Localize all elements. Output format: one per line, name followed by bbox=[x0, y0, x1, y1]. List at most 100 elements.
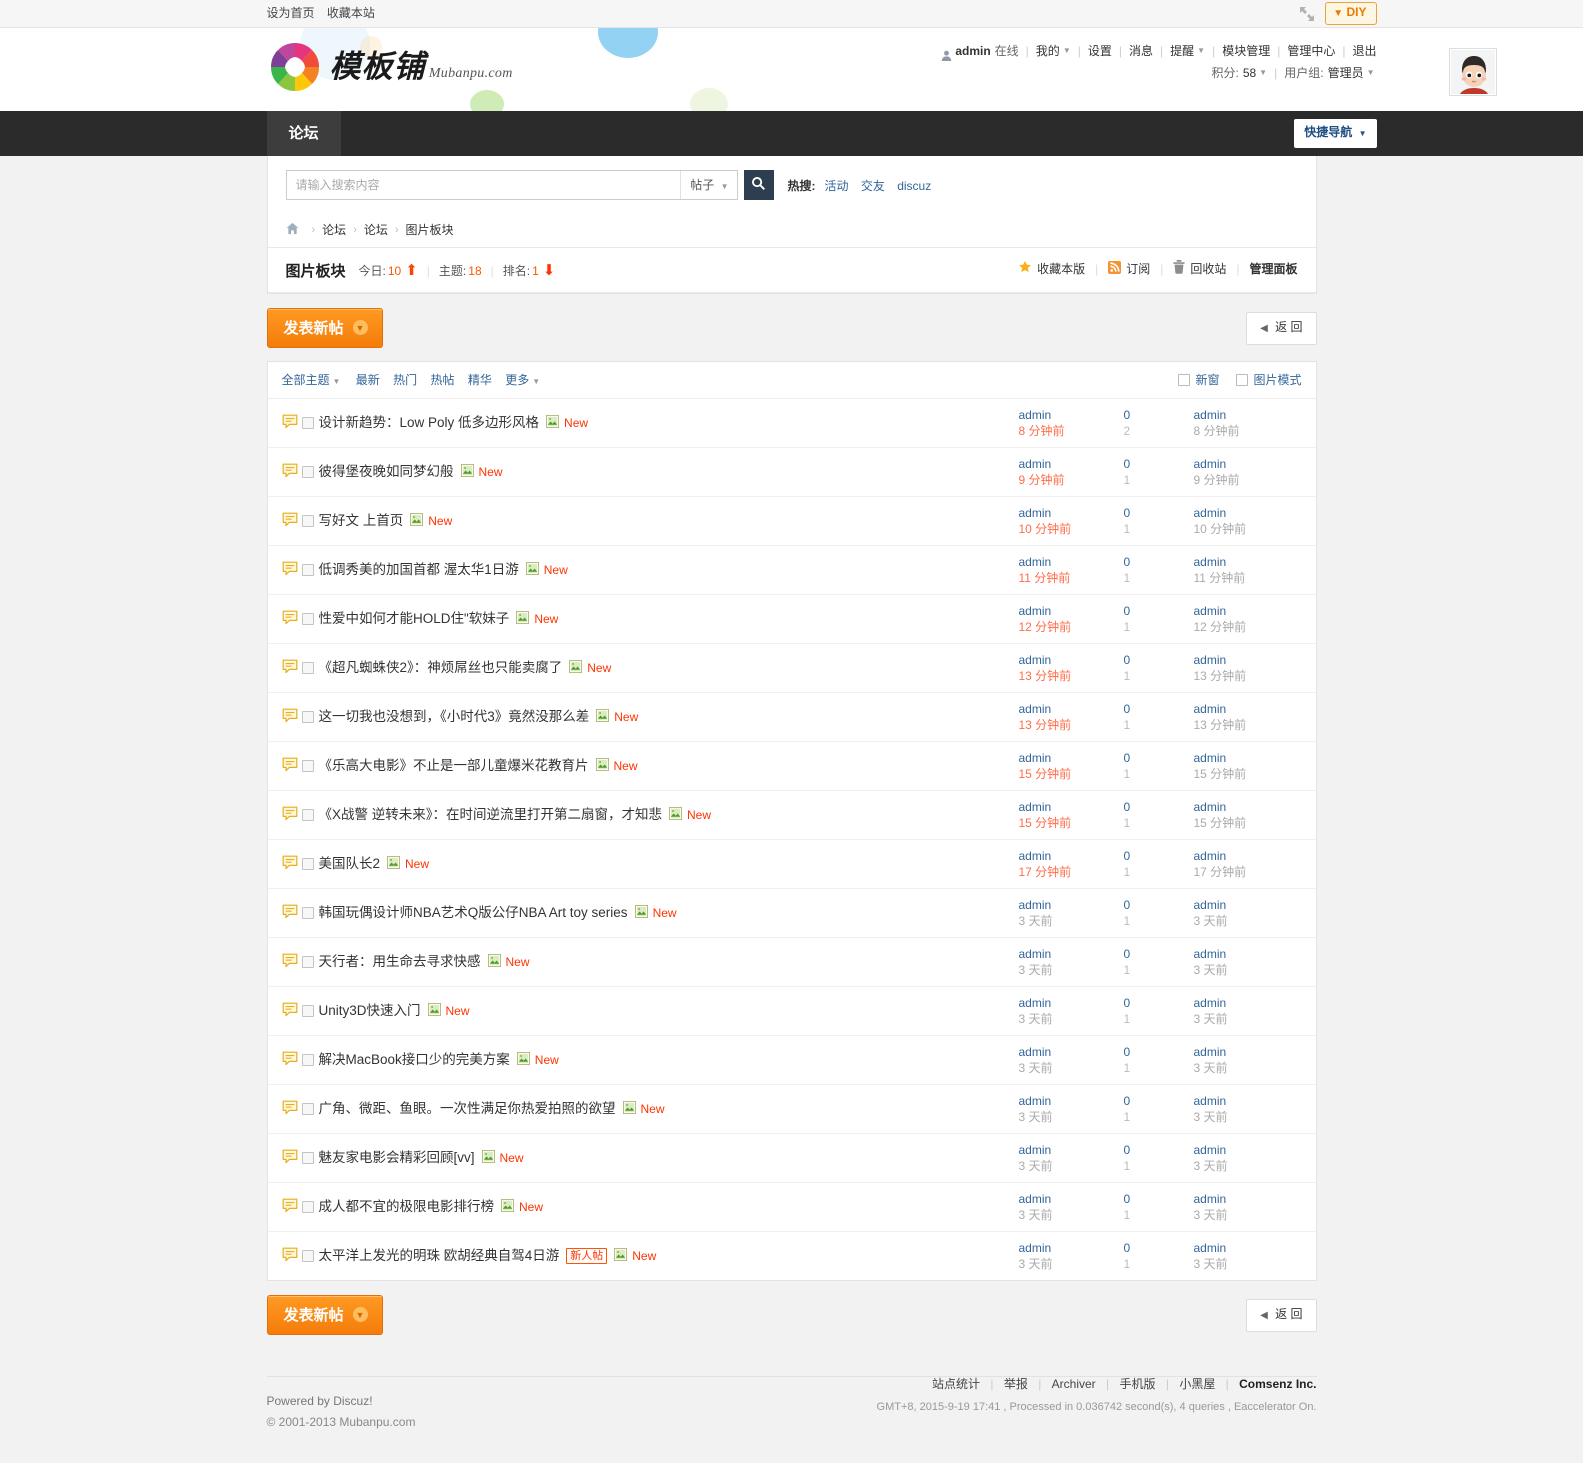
filter-all-topics[interactable]: 全部主题 ▼ bbox=[282, 373, 341, 387]
thread-select-checkbox[interactable] bbox=[301, 711, 314, 723]
hot-link-discuz[interactable]: discuz bbox=[897, 179, 931, 193]
table-row[interactable]: 写好文 上首页 New admin 10 分钟前 0 1 admin 10 分钟前 bbox=[267, 497, 1316, 546]
thread-title-link[interactable]: 魅友家电影会精彩回顾[vv] bbox=[319, 1149, 475, 1167]
thread-lastposter-link[interactable]: admin bbox=[1194, 995, 1316, 1011]
thread-lastposter-link[interactable]: admin bbox=[1194, 946, 1316, 962]
thread-select-checkbox[interactable] bbox=[301, 1152, 314, 1164]
table-row[interactable]: 《乐高大电影》不止是一部儿童爆米花教育片 New admin 15 分钟前 0 1 admi… bbox=[267, 742, 1316, 791]
thread-title-link[interactable]: 《乐高大电影》不止是一部儿童爆米花教育片 bbox=[319, 757, 589, 775]
thread-author-link[interactable]: admin bbox=[1019, 554, 1124, 570]
thread-select-checkbox[interactable] bbox=[301, 662, 314, 674]
table-row[interactable]: 美国队长2 New admin 17 分钟前 0 1 admin 17 分钟前 bbox=[267, 840, 1316, 889]
thread-title-link[interactable]: 彼得堡夜晚如同梦幻般 bbox=[319, 463, 454, 481]
thread-lastposter-link[interactable]: admin bbox=[1194, 505, 1316, 521]
table-row[interactable]: 《超凡蜘蛛侠2》：神烦屌丝也只能卖腐了 New admin 13 分钟前 0 1 admin… bbox=[267, 644, 1316, 693]
thread-title-link[interactable]: 性爱中如何才能HOLD住"软妹子 bbox=[319, 610, 510, 628]
thread-lastposter-link[interactable]: admin bbox=[1194, 1044, 1316, 1060]
thread-author-link[interactable]: admin bbox=[1019, 799, 1124, 815]
thread-select-checkbox[interactable] bbox=[301, 760, 314, 772]
thread-lastposter-link[interactable]: admin bbox=[1194, 799, 1316, 815]
table-row[interactable]: 天行者：用生命去寻求快感 New admin 3 天前 0 1 admin 3 天前 bbox=[267, 938, 1316, 987]
search-type-select[interactable]: 帖子 ▼ bbox=[680, 171, 736, 199]
menu-settings[interactable]: 设置 bbox=[1088, 40, 1112, 62]
new-thread-button-top[interactable]: 发表新帖 ▼ bbox=[266, 308, 383, 348]
new-thread-button-bottom[interactable]: 发表新帖 ▼ bbox=[266, 1295, 383, 1335]
thread-lastposter-link[interactable]: admin bbox=[1194, 750, 1316, 766]
thread-select-checkbox[interactable] bbox=[301, 564, 314, 576]
thread-lastposter-link[interactable]: admin bbox=[1194, 407, 1316, 423]
thread-select-checkbox[interactable] bbox=[301, 466, 314, 478]
breadcrumb-item-0[interactable]: 论坛 bbox=[322, 221, 346, 238]
table-row[interactable]: 彼得堡夜晚如同梦幻般 New admin 9 分钟前 0 1 admin 9 分钟前 bbox=[267, 448, 1316, 497]
thread-lastposter-link[interactable]: admin bbox=[1194, 1142, 1316, 1158]
thread-title-link[interactable]: 解决MacBook接口少的完美方案 bbox=[319, 1051, 510, 1069]
thread-select-checkbox[interactable] bbox=[301, 1054, 314, 1066]
thread-lastposter-link[interactable]: admin bbox=[1194, 1240, 1316, 1256]
footer-link-stats[interactable]: 站点统计 bbox=[932, 1377, 980, 1391]
table-row[interactable]: 低调秀美的加国首都 渥太华1日游 New admin 11 分钟前 0 1 admin 11 … bbox=[267, 546, 1316, 595]
table-row[interactable]: 设计新趋势：Low Poly 低多边形风格 New admin 8 分钟前 0 2 admi… bbox=[267, 399, 1316, 448]
thread-author-link[interactable]: admin bbox=[1019, 995, 1124, 1011]
back-button-bottom[interactable]: ◀ 返 回 bbox=[1246, 1298, 1317, 1332]
newwindow-checkbox[interactable]: 新窗 bbox=[1178, 371, 1219, 388]
thread-select-checkbox[interactable] bbox=[301, 858, 314, 870]
thread-title-link[interactable]: 韩国玩偶设计师NBA艺术Q版公仔NBA Art toy series bbox=[319, 904, 628, 922]
thread-title-link[interactable]: 成人都不宜的极限电影排行榜 bbox=[319, 1198, 495, 1216]
thread-select-checkbox[interactable] bbox=[301, 417, 314, 429]
thread-lastposter-link[interactable]: admin bbox=[1194, 701, 1316, 717]
thread-select-checkbox[interactable] bbox=[301, 1250, 314, 1262]
thread-select-checkbox[interactable] bbox=[301, 956, 314, 968]
hot-link-friends[interactable]: 交友 bbox=[861, 179, 885, 193]
menu-module-manage[interactable]: 模块管理 bbox=[1222, 40, 1270, 62]
thread-author-link[interactable]: admin bbox=[1019, 407, 1124, 423]
back-button-top[interactable]: ◀ 返 回 bbox=[1246, 311, 1317, 345]
table-row[interactable]: 《X战警 逆转未来》：在时间逆流里打开第二扇窗，才知悲 New admin 15 分钟… bbox=[267, 791, 1316, 840]
thread-lastposter-link[interactable]: admin bbox=[1194, 848, 1316, 864]
footer-link-mobile[interactable]: 手机版 bbox=[1119, 1377, 1155, 1391]
nav-item-forum[interactable]: 论坛 bbox=[266, 111, 341, 156]
thread-author-link[interactable]: admin bbox=[1019, 1240, 1124, 1256]
thread-title-link[interactable]: 天行者：用生命去寻求快感 bbox=[319, 953, 481, 971]
footer-link-archiver[interactable]: Archiver bbox=[1052, 1377, 1096, 1391]
thread-lastposter-link[interactable]: admin bbox=[1194, 554, 1316, 570]
thread-author-link[interactable]: admin bbox=[1019, 1093, 1124, 1109]
site-logo[interactable]: 模板铺 Mubanpu.com bbox=[267, 39, 513, 95]
thread-title-link[interactable]: 低调秀美的加国首都 渥太华1日游 bbox=[319, 561, 519, 579]
thread-title-link[interactable]: 美国队长2 bbox=[319, 855, 381, 873]
table-row[interactable]: 广角、微距、鱼眼。一次性满足你热爱拍照的欲望 New admin 3 天前 0 1 admi… bbox=[267, 1085, 1316, 1134]
thread-title-link[interactable]: Unity3D快速入门 bbox=[319, 1002, 421, 1020]
thread-author-link[interactable]: admin bbox=[1019, 701, 1124, 717]
footer-link-report[interactable]: 举报 bbox=[1004, 1377, 1028, 1391]
table-row[interactable]: Unity3D快速入门 New admin 3 天前 0 1 admin 3 天前 bbox=[267, 987, 1316, 1036]
thread-author-link[interactable]: admin bbox=[1019, 1044, 1124, 1060]
search-input[interactable] bbox=[286, 171, 681, 199]
bookmark-site-link[interactable]: 收藏本站 bbox=[327, 6, 375, 20]
filter-tab-digest[interactable]: 精华 bbox=[468, 373, 492, 387]
menu-mine[interactable]: 我的 bbox=[1036, 40, 1060, 62]
usergroup-value[interactable]: 管理员 bbox=[1328, 62, 1364, 84]
table-row[interactable]: 性爱中如何才能HOLD住"软妹子 New admin 12 分钟前 0 1 admin 12 … bbox=[267, 595, 1316, 644]
menu-messages[interactable]: 消息 bbox=[1129, 40, 1153, 62]
thread-select-checkbox[interactable] bbox=[301, 1201, 314, 1213]
menu-admin-center[interactable]: 管理中心 bbox=[1287, 40, 1335, 62]
thread-title-link[interactable]: 太平洋上发光的明珠 欧胡经典自驾4日游 bbox=[319, 1247, 560, 1265]
thread-lastposter-link[interactable]: admin bbox=[1194, 1093, 1316, 1109]
thread-select-checkbox[interactable] bbox=[301, 613, 314, 625]
avatar[interactable] bbox=[1448, 48, 1497, 96]
table-row[interactable]: 解决MacBook接口少的完美方案 New admin 3 天前 0 1 admin 3 天前 bbox=[267, 1036, 1316, 1085]
thread-select-checkbox[interactable] bbox=[301, 907, 314, 919]
username-link[interactable]: admin bbox=[955, 40, 990, 62]
thread-title-link[interactable]: 《X战警 逆转未来》：在时间逆流里打开第二扇窗，才知悲 bbox=[319, 806, 663, 824]
thread-select-checkbox[interactable] bbox=[301, 1005, 314, 1017]
thread-author-link[interactable]: admin bbox=[1019, 652, 1124, 668]
thread-title-link[interactable]: 设计新趋势：Low Poly 低多边形风格 bbox=[319, 414, 540, 432]
filter-tab-newest[interactable]: 最新 bbox=[356, 373, 380, 387]
filter-tab-hot[interactable]: 热门 bbox=[393, 373, 417, 387]
thread-select-checkbox[interactable] bbox=[301, 515, 314, 527]
menu-notices[interactable]: 提醒 bbox=[1170, 40, 1194, 62]
recycle-bin-link[interactable]: 回收站 bbox=[1173, 260, 1226, 277]
set-homepage-link[interactable]: 设为首页 bbox=[267, 6, 315, 20]
table-row[interactable]: 成人都不宜的极限电影排行榜 New admin 3 天前 0 1 admin 3 天前 bbox=[267, 1183, 1316, 1232]
search-button[interactable] bbox=[743, 170, 774, 200]
breadcrumb-item-1[interactable]: 论坛 bbox=[364, 221, 388, 238]
